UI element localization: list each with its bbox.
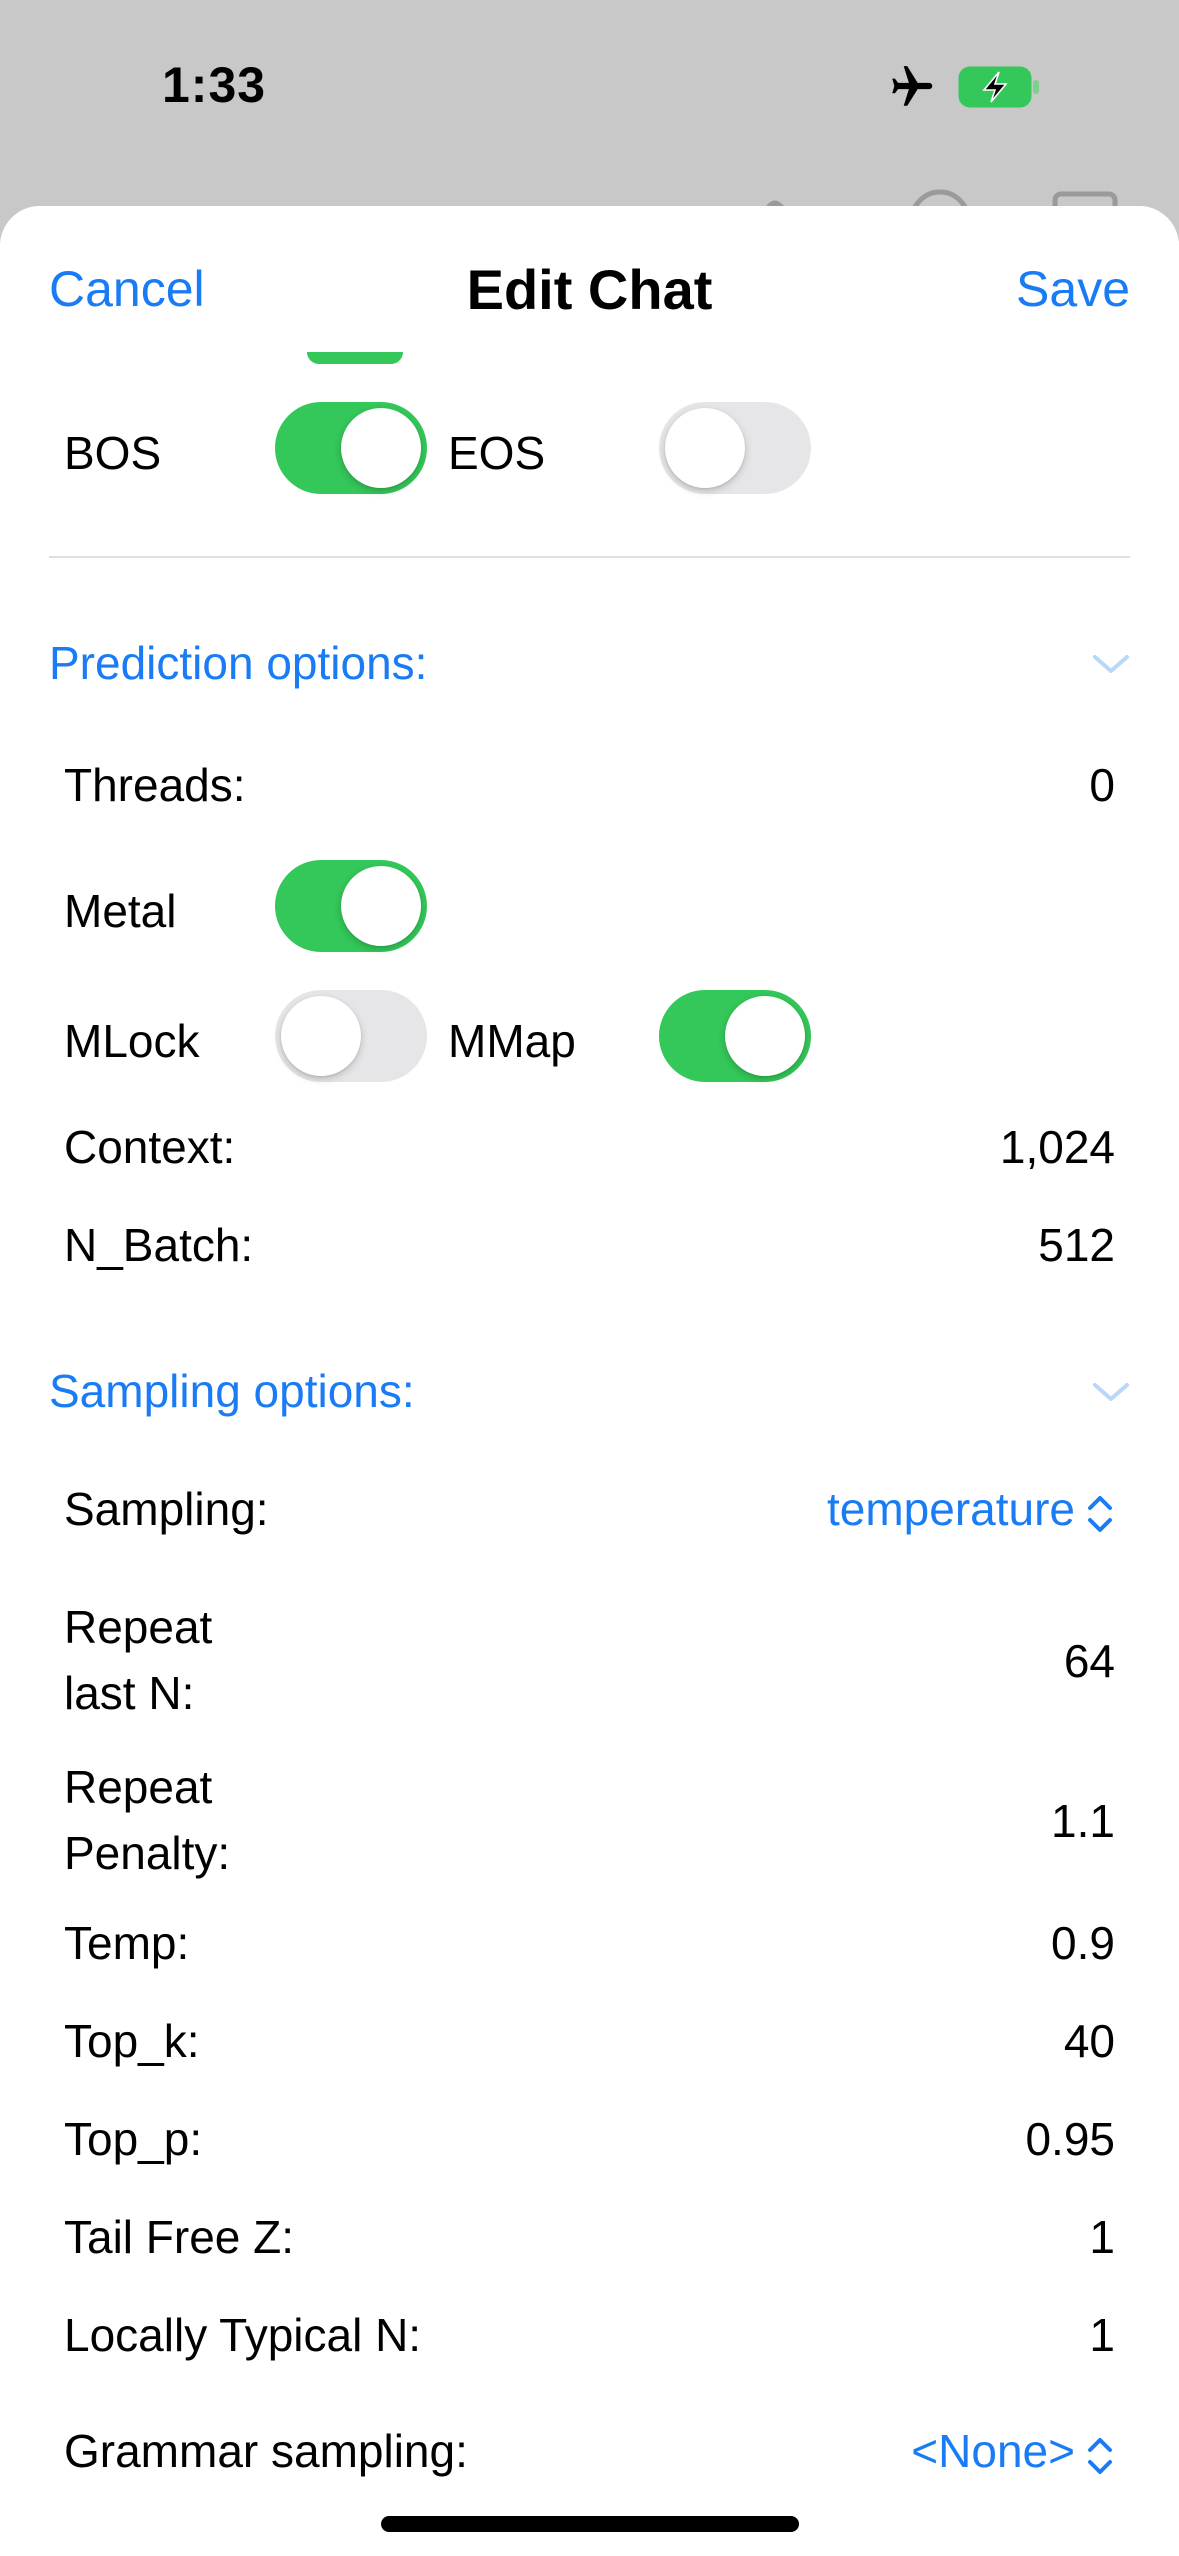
save-button[interactable]: Save bbox=[1016, 264, 1130, 314]
tail-free-z-label: Tail Free Z: bbox=[64, 2211, 295, 2263]
sampling-row: Sampling: temperature bbox=[0, 1482, 1179, 1552]
toggle-knob bbox=[281, 996, 361, 1076]
toggle-knob bbox=[341, 408, 421, 488]
chevron-up-down-icon[interactable] bbox=[1085, 1492, 1115, 1536]
sampling-options-header[interactable]: Sampling options: bbox=[0, 1364, 1179, 1434]
temp-value[interactable]: 0.9 bbox=[1051, 1916, 1115, 1971]
locally-typical-n-value[interactable]: 1 bbox=[1089, 2308, 1115, 2363]
chevron-up-down-icon[interactable] bbox=[1085, 2434, 1115, 2478]
repeat-last-n-label-line2: last N: bbox=[64, 1667, 195, 1719]
eos-toggle[interactable] bbox=[659, 402, 811, 494]
context-row[interactable]: Context: 1,024 bbox=[0, 1120, 1179, 1190]
tail-free-z-row[interactable]: Tail Free Z: 1 bbox=[0, 2210, 1179, 2280]
repeat-penalty-label-line2: Penalty: bbox=[64, 1827, 231, 1879]
threads-label: Threads: bbox=[64, 759, 246, 811]
section-title: Sampling options: bbox=[49, 1365, 415, 1417]
toggle-knob bbox=[725, 996, 805, 1076]
metal-toggle[interactable] bbox=[275, 860, 427, 952]
bos-label: BOS bbox=[64, 427, 162, 479]
repeat-last-n-label-line1: Repeat bbox=[64, 1601, 213, 1653]
repeat-penalty-row[interactable]: Repeat Penalty: 1.1 bbox=[0, 1760, 1179, 1890]
threads-value[interactable]: 0 bbox=[1089, 758, 1115, 813]
top-k-row[interactable]: Top_k: 40 bbox=[0, 2014, 1179, 2084]
tail-free-z-value[interactable]: 1 bbox=[1089, 2210, 1115, 2265]
toggle-peek bbox=[307, 352, 403, 364]
sampling-picker[interactable]: temperature bbox=[827, 1482, 1075, 1537]
threads-row[interactable]: Threads: 0 bbox=[0, 758, 1179, 828]
grammar-sampling-label: Grammar sampling: bbox=[64, 2425, 468, 2477]
metal-label: Metal bbox=[64, 885, 177, 937]
grammar-sampling-row: Grammar sampling: <None> bbox=[0, 2424, 1179, 2494]
section-title: Prediction options: bbox=[49, 637, 428, 689]
bos-toggle[interactable] bbox=[275, 402, 427, 494]
mmap-label: MMap bbox=[448, 1015, 576, 1067]
prediction-options-header[interactable]: Prediction options: bbox=[0, 636, 1179, 706]
locally-typical-n-row[interactable]: Locally Typical N: 1 bbox=[0, 2308, 1179, 2378]
status-bar: 1:33 bbox=[0, 0, 1179, 170]
home-indicator[interactable] bbox=[381, 2516, 799, 2532]
page-title: Edit Chat bbox=[466, 258, 713, 321]
mlock-mmap-row: MLock MMap bbox=[0, 990, 1179, 1090]
status-time: 1:33 bbox=[162, 57, 267, 113]
context-value[interactable]: 1,024 bbox=[1000, 1120, 1115, 1175]
edit-chat-sheet: Cancel Edit Chat Save BOS EOS Prediction… bbox=[0, 206, 1179, 2556]
mlock-label: MLock bbox=[64, 1015, 200, 1067]
eos-label: EOS bbox=[448, 427, 546, 479]
nav-bar: Cancel Edit Chat Save bbox=[0, 206, 1179, 336]
divider bbox=[49, 556, 1130, 558]
top-k-label: Top_k: bbox=[64, 2015, 200, 2067]
nbatch-value[interactable]: 512 bbox=[1038, 1218, 1115, 1273]
mlock-toggle[interactable] bbox=[275, 990, 427, 1082]
sampling-label: Sampling: bbox=[64, 1483, 269, 1535]
temp-row[interactable]: Temp: 0.9 bbox=[0, 1916, 1179, 1986]
chevron-down-icon bbox=[1093, 1383, 1129, 1401]
chevron-down-icon bbox=[1093, 655, 1129, 673]
nbatch-label: N_Batch: bbox=[64, 1219, 254, 1271]
toggle-knob bbox=[665, 408, 745, 488]
repeat-last-n-value[interactable]: 64 bbox=[1064, 1634, 1115, 1689]
top-p-value[interactable]: 0.95 bbox=[1025, 2112, 1115, 2167]
metal-row: Metal bbox=[0, 860, 1179, 960]
temp-label: Temp: bbox=[64, 1917, 190, 1969]
repeat-penalty-value[interactable]: 1.1 bbox=[1051, 1794, 1115, 1849]
nbatch-row[interactable]: N_Batch: 512 bbox=[0, 1218, 1179, 1288]
grammar-sampling-picker[interactable]: <None> bbox=[911, 2424, 1075, 2479]
top-p-label: Top_p: bbox=[64, 2113, 203, 2165]
top-k-value[interactable]: 40 bbox=[1064, 2014, 1115, 2069]
top-p-row[interactable]: Top_p: 0.95 bbox=[0, 2112, 1179, 2182]
battery-charging-icon bbox=[958, 66, 1039, 108]
locally-typical-n-label: Locally Typical N: bbox=[64, 2309, 422, 2361]
repeat-last-n-row[interactable]: Repeat last N: 64 bbox=[0, 1600, 1179, 1730]
mmap-toggle[interactable] bbox=[659, 990, 811, 1082]
repeat-penalty-label-line1: Repeat bbox=[64, 1761, 213, 1813]
bos-eos-row: BOS EOS bbox=[0, 402, 1179, 502]
context-label: Context: bbox=[64, 1121, 236, 1173]
toggle-knob bbox=[341, 866, 421, 946]
airplane-icon bbox=[892, 66, 933, 106]
